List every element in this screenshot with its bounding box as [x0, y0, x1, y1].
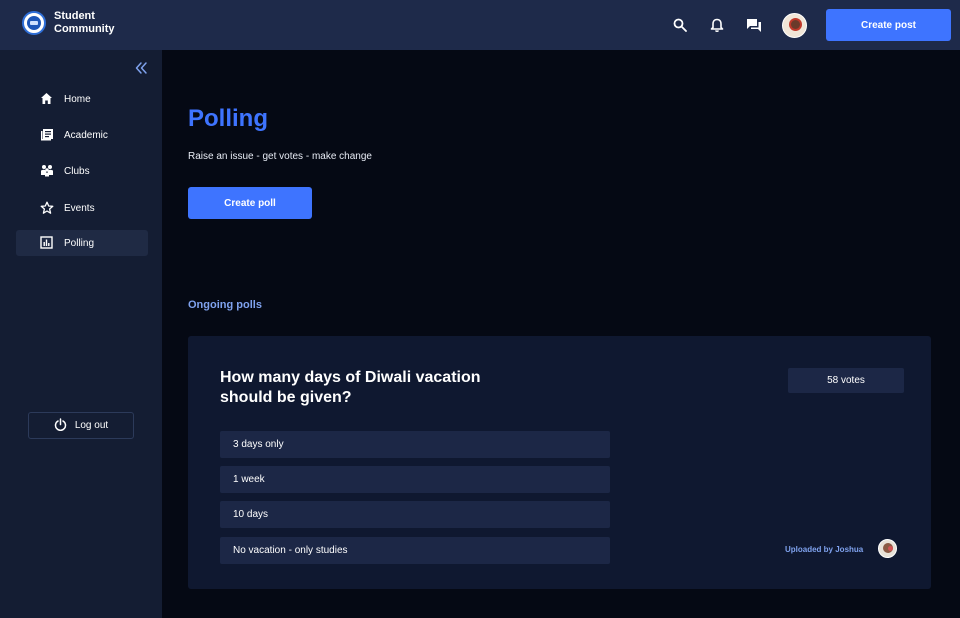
- chart-icon: [40, 236, 54, 250]
- chat-icon[interactable]: [745, 16, 763, 34]
- vote-count-badge: 58 votes: [788, 368, 904, 393]
- search-icon[interactable]: [671, 16, 689, 34]
- bell-icon[interactable]: [708, 16, 726, 34]
- sidebar-item-label: Clubs: [64, 166, 90, 177]
- logo-icon: [22, 11, 46, 35]
- poll-option[interactable]: No vacation - only studies: [220, 537, 610, 564]
- poll-option[interactable]: 1 week: [220, 466, 610, 493]
- poll-option[interactable]: 3 days only: [220, 431, 610, 458]
- create-post-button[interactable]: Create post: [826, 9, 951, 41]
- sidebar-item-label: Polling: [64, 238, 95, 249]
- user-avatar[interactable]: [782, 13, 807, 38]
- top-bar: Student Community Create post: [0, 0, 960, 50]
- sidebar-item-academic[interactable]: Academic: [16, 122, 148, 148]
- sidebar-item-home[interactable]: Home: [16, 86, 148, 112]
- create-poll-button[interactable]: Create poll: [188, 187, 312, 219]
- sidebar-item-clubs[interactable]: Clubs: [16, 158, 148, 184]
- app-name: Student Community: [54, 10, 115, 35]
- sidebar-item-label: Events: [64, 203, 95, 214]
- logout-label: Log out: [74, 420, 109, 431]
- collapse-sidebar-icon[interactable]: [134, 61, 148, 75]
- sidebar-item-events[interactable]: Events: [16, 195, 148, 221]
- page-title: Polling: [188, 105, 268, 132]
- home-icon: [40, 92, 54, 106]
- sidebar-item-polling[interactable]: Polling: [16, 230, 148, 256]
- section-title: Ongoing polls: [188, 299, 262, 311]
- logout-button[interactable]: Log out: [28, 412, 134, 439]
- page-subtitle: Raise an issue - get votes - make change: [188, 151, 372, 162]
- academic-icon: [40, 128, 54, 142]
- sidebar: Home Academic Clubs Events Polling Log o…: [0, 50, 162, 618]
- brand[interactable]: Student Community: [22, 10, 124, 36]
- clubs-icon: [40, 164, 54, 178]
- sidebar-item-label: Home: [64, 94, 91, 105]
- star-icon: [40, 201, 54, 215]
- sidebar-item-label: Academic: [64, 130, 108, 141]
- poll-question: How many days of Diwali vacation should …: [220, 369, 481, 406]
- main-content: Polling Raise an issue - get votes - mak…: [162, 50, 960, 618]
- power-icon: [54, 417, 67, 434]
- uploader-avatar[interactable]: [878, 539, 897, 558]
- uploaded-by-label: Uploaded by Joshua: [785, 545, 864, 554]
- poll-option[interactable]: 10 days: [220, 501, 610, 528]
- poll-card: How many days of Diwali vacation should …: [188, 336, 931, 589]
